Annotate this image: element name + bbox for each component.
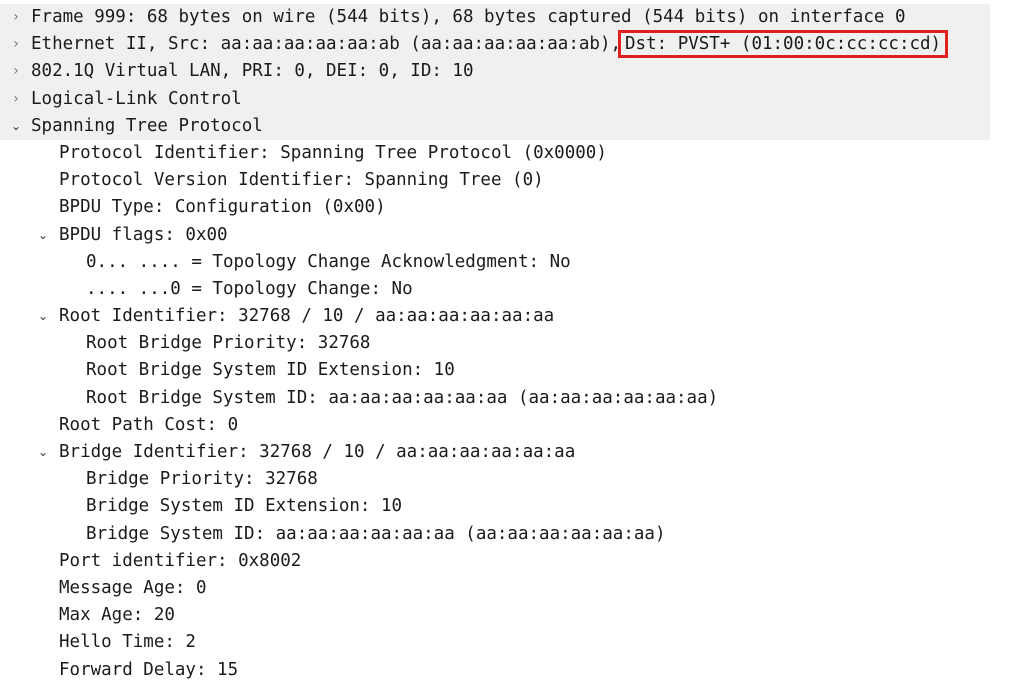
chevron-right-icon[interactable]: › (8, 58, 24, 85)
tree-row-label: Frame 999: 68 bytes on wire (544 bits), … (31, 7, 906, 27)
tree-row-ethernet[interactable]: › Ethernet II, Src: aa:aa:aa:aa:aa:ab (a… (0, 30, 1032, 59)
tree-row-label: Hello Time: 2 (59, 632, 196, 653)
tree-row-port-identifier[interactable]: Port identifier: 0x8002 (0, 548, 1032, 575)
tree-row-label: Bridge Identifier: 32768 / 10 / aa:aa:aa… (59, 442, 576, 462)
chevron-down-icon[interactable]: ⌄ (35, 222, 51, 249)
tree-row-label: Protocol Identifier: Spanning Tree Proto… (59, 142, 607, 163)
tree-row-label: Root Bridge Priority: 32768 (86, 333, 371, 354)
chevron-down-icon[interactable]: ⌄ (35, 303, 51, 330)
tree-row-forward-delay[interactable]: Forward Delay: 15 (0, 657, 1032, 684)
tree-row-label: Ethernet II, Src: aa:aa:aa:aa:aa:ab (aa:… (31, 30, 949, 59)
tree-row-llc[interactable]: › Logical-Link Control (0, 85, 1032, 113)
tree-row-label: 0... .... = Topology Change Acknowledgme… (86, 251, 571, 272)
tree-row-bpdu-type[interactable]: BPDU Type: Configuration (0x00) (0, 194, 1032, 221)
tree-row-label: .... ...0 = Topology Change: No (86, 278, 413, 299)
tree-row-root-bridge-priority[interactable]: Root Bridge Priority: 32768 (0, 330, 1032, 357)
tree-row-protocol-identifier[interactable]: Protocol Identifier: Spanning Tree Proto… (0, 140, 1032, 167)
tree-row-label: BPDU flags: 0x00 (59, 224, 228, 245)
chevron-down-icon[interactable]: ⌄ (8, 113, 24, 140)
tree-row-bridge-ext[interactable]: Bridge System ID Extension: 10 (0, 493, 1032, 520)
tree-row-bridge-id[interactable]: Bridge System ID: aa:aa:aa:aa:aa:aa (aa:… (0, 521, 1032, 548)
tree-row-label: Root Identifier: 32768 / 10 / aa:aa:aa:a… (59, 306, 555, 327)
tree-row-hello-time[interactable]: Hello Time: 2 (0, 629, 1032, 656)
tree-row-message-age[interactable]: Message Age: 0 (0, 575, 1032, 602)
tree-row-label: Max Age: 20 (59, 605, 175, 626)
tree-row-bridge-identifier[interactable]: ⌄ Bridge Identifier: 32768 / 10 / aa:aa:… (0, 439, 1032, 466)
packet-details-tree: › Frame 999: 68 bytes on wire (544 bits)… (0, 4, 1032, 684)
tree-row-label: Forward Delay: 15 (59, 659, 239, 680)
tree-row-label: BPDU Type: Configuration (0x00) (59, 197, 386, 218)
tree-row-label: Spanning Tree Protocol (31, 115, 263, 136)
tree-row-frame[interactable]: › Frame 999: 68 bytes on wire (544 bits)… (0, 4, 1032, 32)
tree-row-root-path-cost[interactable]: Root Path Cost: 0 (0, 412, 1032, 439)
chevron-down-icon[interactable]: ⌄ (35, 439, 51, 466)
tree-row-max-age[interactable]: Max Age: 20 (0, 602, 1032, 629)
ethernet-dst-highlight: Dst: PVST+ (01:00:0c:cc:cc:cd) (618, 30, 949, 59)
tree-row-label: Bridge System ID Extension: 10 (86, 496, 403, 517)
tree-row-bridge-priority[interactable]: Bridge Priority: 32768 (0, 466, 1032, 493)
tree-row-label: Root Path Cost: 0 (59, 414, 239, 435)
tree-row-vlan[interactable]: › 802.1Q Virtual LAN, PRI: 0, DEI: 0, ID… (0, 58, 1032, 86)
tree-row-root-bridge-ext[interactable]: Root Bridge System ID Extension: 10 (0, 357, 1032, 384)
tree-row-bpdu-flags[interactable]: ⌄ BPDU flags: 0x00 (0, 222, 1032, 249)
tree-row-stp[interactable]: ⌄ Spanning Tree Protocol (0, 112, 1032, 141)
tree-row-label: Port identifier: 0x8002 (59, 550, 302, 571)
tree-row-root-bridge-id[interactable]: Root Bridge System ID: aa:aa:aa:aa:aa:aa… (0, 385, 1032, 412)
tree-row-label: Logical-Link Control (31, 88, 242, 109)
tree-row-label: Bridge System ID: aa:aa:aa:aa:aa:aa (aa:… (86, 523, 666, 544)
chevron-right-icon[interactable]: › (8, 4, 24, 31)
tree-row-label: Protocol Version Identifier: Spanning Tr… (59, 170, 544, 191)
tree-row-label: 802.1Q Virtual LAN, PRI: 0, DEI: 0, ID: … (31, 61, 474, 82)
tree-row-flag-tc[interactable]: .... ...0 = Topology Change: No (0, 276, 1032, 303)
ethernet-src-text: Ethernet II, Src: aa:aa:aa:aa:aa:ab (aa:… (31, 34, 622, 55)
chevron-right-icon[interactable]: › (8, 31, 24, 58)
tree-row-protocol-version[interactable]: Protocol Version Identifier: Spanning Tr… (0, 167, 1032, 194)
tree-row-label: Root Bridge System ID: aa:aa:aa:aa:aa:aa… (86, 387, 719, 408)
tree-row-label: Root Bridge System ID Extension: 10 (86, 360, 455, 381)
tree-row-root-identifier[interactable]: ⌄ Root Identifier: 32768 / 10 / aa:aa:aa… (0, 303, 1032, 330)
tree-row-flag-tca[interactable]: 0... .... = Topology Change Acknowledgme… (0, 249, 1032, 276)
tree-row-label: Message Age: 0 (59, 577, 207, 598)
tree-row-label: Bridge Priority: 32768 (86, 469, 318, 490)
chevron-right-icon[interactable]: › (8, 86, 24, 113)
